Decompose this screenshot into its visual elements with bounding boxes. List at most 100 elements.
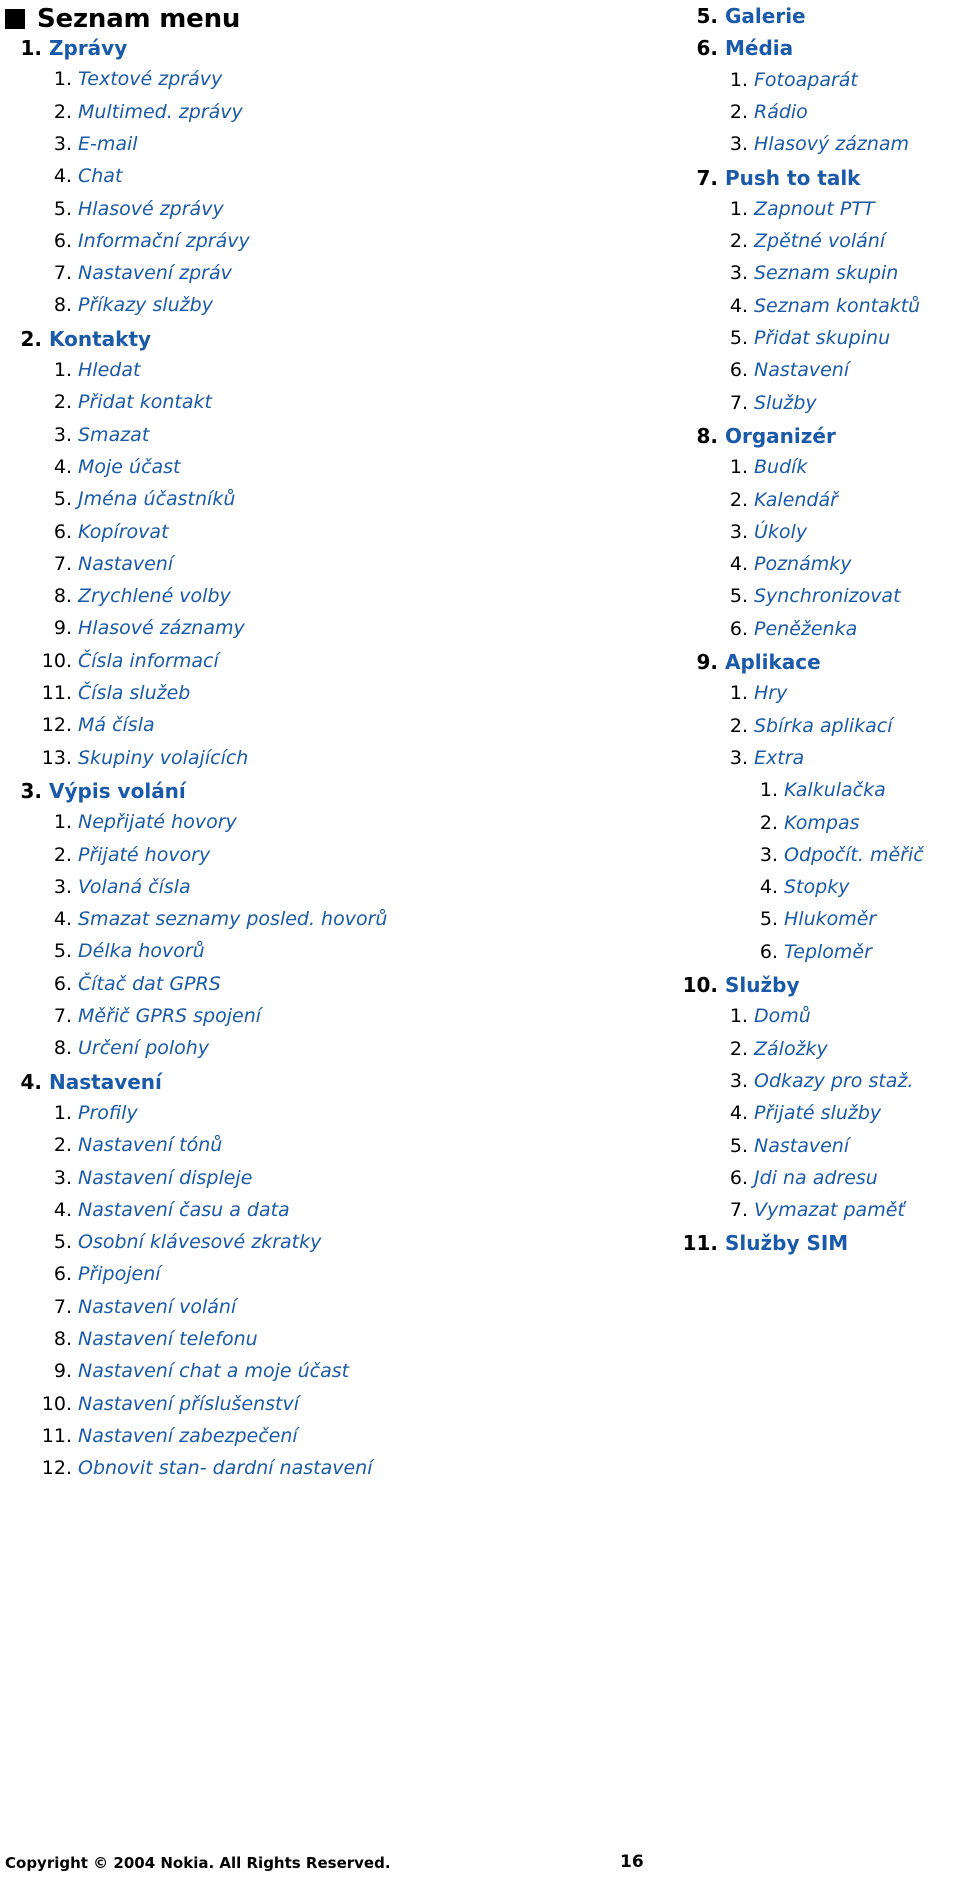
menu-item-level-2[interactable]: 7. Nastavení zpráv	[0, 262, 232, 294]
menu-item-number: 3.	[53, 423, 72, 446]
menu-item-level-2[interactable]: 9. Nastavení chat a moje účast	[0, 1360, 349, 1392]
menu-item-level-3[interactable]: 6. Teploměr	[480, 941, 872, 973]
menu-item-level-2[interactable]: 12. Má čísla	[0, 714, 155, 746]
menu-item-level-2[interactable]: 4. Smazat seznamy posled. hovorů	[0, 908, 388, 940]
menu-item-level-2[interactable]: 6. Peněženka	[480, 618, 857, 650]
menu-item-level-2[interactable]: 5. Nastavení	[480, 1135, 849, 1167]
menu-item-level-1[interactable]: 2. Kontakty	[0, 327, 151, 359]
menu-item-level-3[interactable]: 2. Kompas	[480, 812, 860, 844]
menu-item-level-2[interactable]: 6. Čítač dat GPRS	[0, 973, 221, 1005]
menu-item-level-2[interactable]: 1. Budík	[480, 456, 808, 488]
menu-item-level-2[interactable]: 2. Přidat kontakt	[0, 391, 212, 423]
menu-item-level-2[interactable]: 9. Hlasové záznamy	[0, 617, 245, 649]
menu-item-level-2[interactable]: 3. Smazat	[0, 424, 149, 456]
menu-item-number: 3.	[759, 843, 778, 866]
menu-item-level-2[interactable]: 2. Kalendář	[480, 489, 838, 521]
menu-item-level-2[interactable]: 1. Hry	[480, 682, 787, 714]
menu-item-label: Nastavení tónů	[78, 1134, 223, 1157]
menu-item-level-2[interactable]: 11. Nastavení zabezpečení	[0, 1425, 298, 1457]
menu-item-level-2[interactable]: 1. Profily	[0, 1102, 138, 1134]
menu-item-level-2[interactable]: 8. Určení polohy	[0, 1037, 209, 1069]
menu-item-level-2[interactable]: 1. Textové zprávy	[0, 68, 222, 100]
menu-item-level-3[interactable]: 5. Hlukoměr	[480, 908, 876, 940]
menu-item-level-2[interactable]: 4. Nastavení času a data	[0, 1199, 290, 1231]
menu-item-level-2[interactable]: 3. Úkoly	[480, 521, 807, 553]
menu-item-level-2[interactable]: 1. Zapnout PTT	[480, 198, 875, 230]
menu-item-level-2[interactable]: 6. Nastavení	[480, 359, 849, 391]
menu-item-level-2[interactable]: 7. Služby	[480, 392, 817, 424]
menu-item-label: Nastavení telefonu	[78, 1328, 258, 1350]
menu-item-label: Kalendář	[754, 488, 838, 511]
menu-item-level-2[interactable]: 10. Nastavení příslušenství	[0, 1393, 299, 1425]
menu-item-level-2[interactable]: 2. Záložky	[480, 1038, 828, 1070]
menu-item-number: 12.	[41, 714, 72, 737]
menu-item-level-2[interactable]: 1. Fotoaparát	[480, 69, 858, 101]
menu-item-level-1[interactable]: 4. Nastavení	[0, 1070, 161, 1102]
menu-item-level-2[interactable]: 3. Odkazy pro staž.	[480, 1070, 914, 1102]
menu-item-level-2[interactable]: 10. Čísla informací	[0, 650, 219, 682]
menu-item-level-2[interactable]: 5. Jména účastníků	[0, 488, 236, 520]
menu-item-level-2[interactable]: 3. Hlasový záznam	[480, 133, 909, 165]
menu-item-level-2[interactable]: 2. Přijaté hovory	[0, 844, 210, 876]
menu-item-level-2[interactable]: 3. Seznam skupin	[480, 262, 898, 294]
menu-item-number: 3.	[729, 133, 748, 156]
menu-item-level-2[interactable]: 3. Volaná čísla	[0, 876, 191, 908]
menu-item-number: 6.	[53, 229, 72, 252]
menu-item-level-2[interactable]: 1. Domů	[480, 1005, 811, 1037]
menu-item-level-3[interactable]: 3. Odpočít. měřič	[480, 844, 924, 876]
menu-item-level-2[interactable]: 6. Jdi na adresu	[480, 1167, 878, 1199]
menu-item-level-2[interactable]: 4. Přijaté služby	[480, 1102, 881, 1134]
menu-item-level-1[interactable]: 9. Aplikace	[480, 650, 820, 682]
menu-item-level-2[interactable]: 6. Informační zprávy	[0, 230, 250, 262]
menu-item-number: 11.	[41, 682, 72, 704]
menu-item-level-2[interactable]: 8. Nastavení telefonu	[0, 1328, 258, 1360]
menu-item-level-2[interactable]: 13. Skupiny volajících	[0, 747, 249, 779]
menu-item-number: 4.	[53, 455, 72, 478]
menu-item-label: Služby	[725, 973, 800, 997]
menu-item-level-2[interactable]: 3. Extra	[480, 747, 804, 779]
menu-item-level-1[interactable]: 10. Služby	[480, 973, 800, 1005]
menu-item-level-2[interactable]: 11. Čísla služeb	[0, 682, 191, 714]
menu-item-level-2[interactable]: 8. Zrychlené volby	[0, 585, 231, 617]
menu-item-number: 7.	[729, 1199, 748, 1222]
menu-item-level-2[interactable]: 4. Poznámky	[480, 553, 852, 585]
menu-item-level-2[interactable]: 8. Příkazy služby	[0, 294, 213, 326]
menu-item-level-2[interactable]: 1. Nepřijaté hovory	[0, 811, 237, 843]
menu-item-level-2[interactable]: 6. Připojení	[0, 1263, 161, 1295]
menu-item-level-2[interactable]: 7. Nastavení	[0, 553, 173, 585]
menu-item-level-2[interactable]: 3. E-mail	[0, 133, 138, 165]
menu-item-level-3[interactable]: 4. Stopky	[480, 876, 850, 908]
menu-item-level-2[interactable]: 5. Hlasové zprávy	[0, 198, 224, 230]
menu-item-level-1[interactable]: 8. Organizér	[480, 424, 835, 456]
menu-item-level-2[interactable]: 5. Délka hovorů	[0, 940, 205, 972]
menu-item-label: Měřič GPRS spojení	[78, 1005, 262, 1027]
menu-item-level-2[interactable]: 2. Nastavení tónů	[0, 1134, 222, 1166]
menu-item-level-2[interactable]: 4. Chat	[0, 165, 123, 197]
menu-item-level-2[interactable]: 7. Vymazat paměť	[480, 1199, 905, 1231]
menu-item-level-2[interactable]: 4. Seznam kontaktů	[480, 295, 920, 327]
menu-item-level-1[interactable]: 1. Zprávy	[0, 36, 127, 68]
menu-item-level-1[interactable]: 5. Galerie	[480, 4, 805, 36]
menu-item-level-2[interactable]: 1. Hledat	[0, 359, 141, 391]
menu-item-level-1[interactable]: 3. Výpis volání	[0, 779, 185, 811]
menu-item-level-1[interactable]: 7. Push to talk	[480, 166, 860, 198]
menu-item-level-2[interactable]: 2. Rádio	[480, 101, 808, 133]
menu-item-level-2[interactable]: 2. Multimed. zprávy	[0, 101, 243, 133]
menu-item-level-2[interactable]: 7. Měřič GPRS spojení	[0, 1005, 261, 1037]
menu-item-level-2[interactable]: 5. Osobní klávesové zkratky	[0, 1231, 322, 1263]
menu-item-level-2[interactable]: 2. Sbírka aplikací	[480, 715, 893, 747]
menu-item-label: Nastavení času a data	[78, 1198, 290, 1221]
menu-item-level-2[interactable]: 7. Nastavení volání	[0, 1296, 236, 1328]
menu-item-level-1[interactable]: 11. Služby SIM	[480, 1231, 849, 1263]
menu-item-level-3[interactable]: 1. Kalkulačka	[480, 779, 886, 811]
menu-item-level-2[interactable]: 5. Přidat skupinu	[480, 327, 890, 359]
menu-item-level-2[interactable]: 5. Synchronizovat	[480, 585, 901, 617]
filled-square-bullet-icon	[5, 9, 25, 29]
menu-item-level-1[interactable]: 6. Média	[480, 36, 793, 68]
menu-item-level-2[interactable]: 4. Moje účast	[0, 456, 181, 488]
menu-item-number: 6.	[729, 1166, 748, 1189]
menu-item-level-2[interactable]: 2. Zpětné volání	[480, 230, 885, 262]
menu-item-level-2[interactable]: 6. Kopírovat	[0, 521, 169, 553]
menu-item-level-2[interactable]: 3. Nastavení displeje	[0, 1167, 253, 1199]
menu-item-level-2[interactable]: 12. Obnovit stan- dardní nastavení	[0, 1457, 373, 1489]
